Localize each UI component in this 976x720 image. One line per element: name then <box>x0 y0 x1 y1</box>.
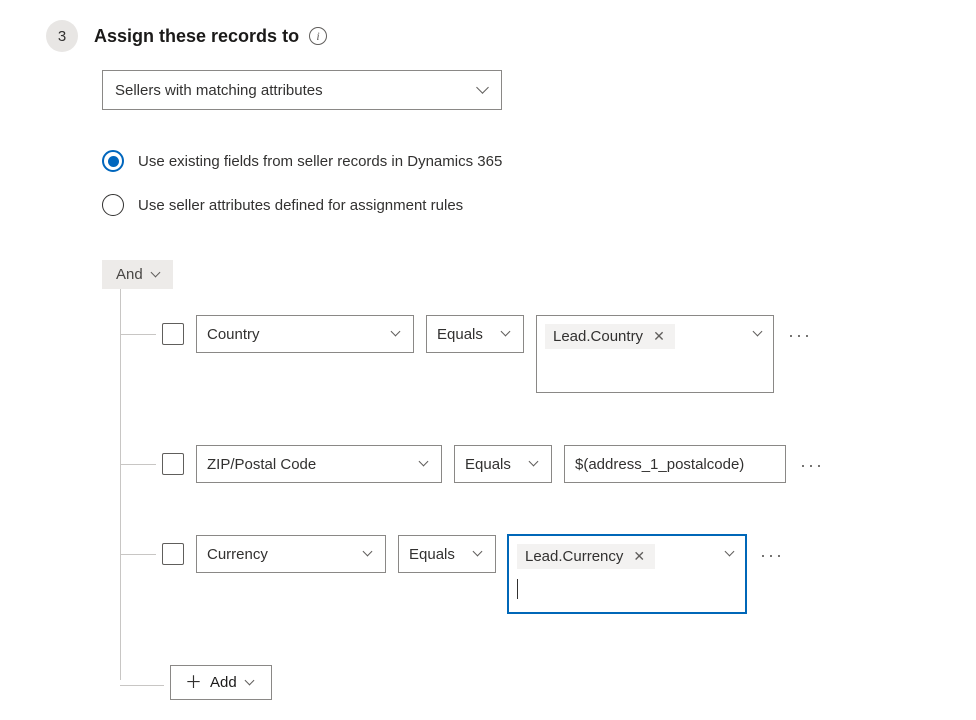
chevron-down-icon <box>363 548 375 560</box>
row-select-checkbox[interactable] <box>162 543 184 565</box>
condition-builder: And Country Equals <box>102 260 946 700</box>
section-title-text: Assign these records to <box>94 26 299 47</box>
chevron-down-icon[interactable] <box>725 548 737 560</box>
remove-tag-icon[interactable]: ✕ <box>631 548 647 565</box>
radio-seller-attributes-label: Use seller attributes defined for assign… <box>138 197 463 214</box>
field-selector-value: Country <box>207 326 260 343</box>
chevron-down-icon <box>151 269 163 281</box>
section-title: Assign these records to i <box>94 26 327 47</box>
operator-selector-value: Equals <box>409 546 455 563</box>
value-tag: Lead.Currency ✕ <box>517 544 655 569</box>
assign-target-dropdown[interactable]: Sellers with matching attributes <box>102 70 502 110</box>
chevron-down-icon <box>529 458 541 470</box>
chevron-down-icon <box>391 328 403 340</box>
step-number-badge: 3 <box>46 20 78 52</box>
chevron-down-icon[interactable] <box>753 328 765 340</box>
tree-connector-line <box>120 289 121 680</box>
value-tag-text: Lead.Currency <box>525 548 623 565</box>
operator-selector[interactable]: Equals <box>398 535 496 573</box>
operator-selector[interactable]: Equals <box>454 445 552 483</box>
row-more-menu[interactable]: ··· <box>758 539 786 572</box>
group-operator-dropdown[interactable]: And <box>102 260 173 289</box>
value-tag: Lead.Country ✕ <box>545 324 675 349</box>
row-select-checkbox[interactable] <box>162 323 184 345</box>
chevron-down-icon <box>473 548 485 560</box>
row-select-checkbox[interactable] <box>162 453 184 475</box>
radio-existing-fields-label: Use existing fields from seller records … <box>138 153 502 170</box>
value-input[interactable]: $(address_1_postalcode) <box>564 445 786 483</box>
add-condition-label: Add <box>210 674 237 691</box>
field-selector[interactable]: Country <box>196 315 414 353</box>
operator-selector-value: Equals <box>465 456 511 473</box>
value-input[interactable]: Lead.Currency ✕ <box>508 535 746 613</box>
chevron-down-icon <box>477 84 489 96</box>
operator-selector-value: Equals <box>437 326 483 343</box>
radio-unselected-icon <box>102 194 124 216</box>
chevron-down-icon <box>419 458 431 470</box>
row-more-menu[interactable]: ··· <box>798 449 826 482</box>
info-icon[interactable]: i <box>309 27 327 45</box>
radio-seller-attributes[interactable]: Use seller attributes defined for assign… <box>102 194 946 216</box>
value-input[interactable]: Lead.Country ✕ <box>536 315 774 393</box>
chevron-down-icon <box>245 677 257 689</box>
text-cursor <box>517 579 518 599</box>
add-condition-row: ＋ Add <box>122 639 946 700</box>
row-more-menu[interactable]: ··· <box>786 319 814 352</box>
condition-row: ZIP/Postal Code Equals $(address_1_posta… <box>122 419 946 509</box>
field-selector-value: Currency <box>207 546 268 563</box>
radio-selected-icon <box>102 150 124 172</box>
chevron-down-icon <box>501 328 513 340</box>
field-selector[interactable]: Currency <box>196 535 386 573</box>
condition-row: Country Equals Lead.Country ✕ <box>122 289 946 419</box>
value-text: $(address_1_postalcode) <box>575 456 744 473</box>
value-tag-text: Lead.Country <box>553 328 643 345</box>
assign-target-selected: Sellers with matching attributes <box>115 82 323 99</box>
radio-existing-fields[interactable]: Use existing fields from seller records … <box>102 150 946 172</box>
plus-icon: ＋ <box>185 674 202 691</box>
field-selector[interactable]: ZIP/Postal Code <box>196 445 442 483</box>
attribute-source-radio-group: Use existing fields from seller records … <box>102 150 946 216</box>
operator-selector[interactable]: Equals <box>426 315 524 353</box>
add-condition-button[interactable]: ＋ Add <box>170 665 272 700</box>
condition-row: Currency Equals Lead.Currency ✕ <box>122 509 946 639</box>
remove-tag-icon[interactable]: ✕ <box>651 328 667 345</box>
group-operator-label: And <box>116 266 143 283</box>
field-selector-value: ZIP/Postal Code <box>207 456 316 473</box>
